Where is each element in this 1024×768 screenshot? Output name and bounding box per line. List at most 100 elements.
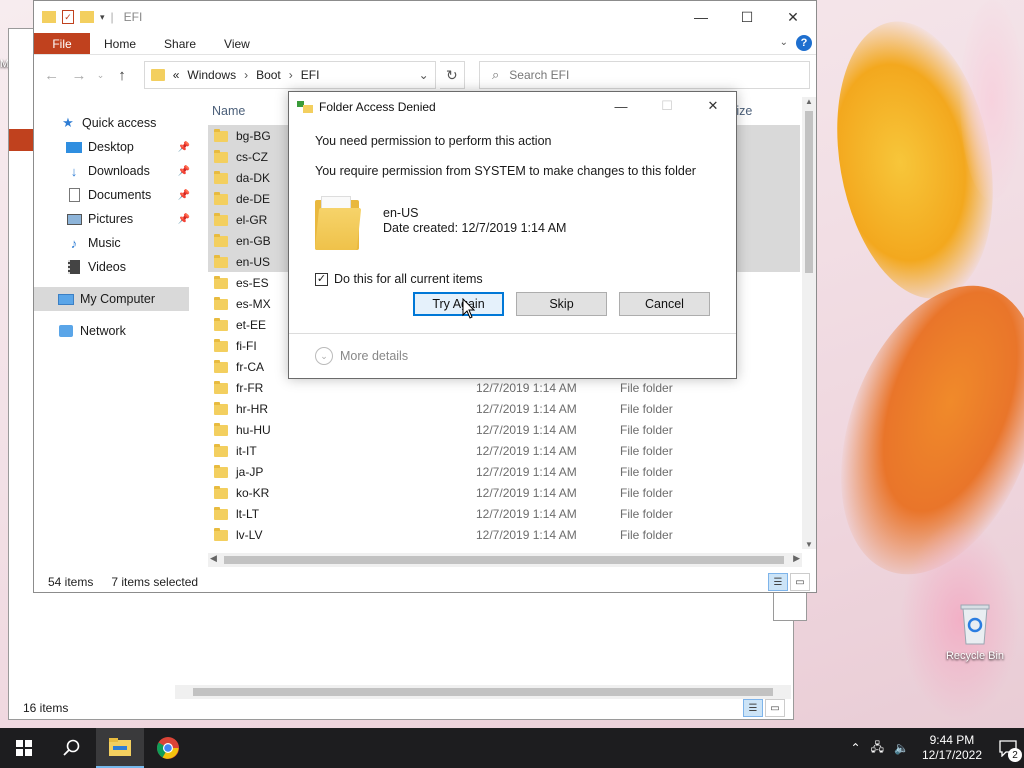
breadcrumb-separator-icon: › — [244, 68, 249, 82]
nav-network[interactable]: Network — [34, 319, 194, 343]
chevron-up-icon[interactable]: ⌃ — [851, 741, 861, 755]
more-details-toggle[interactable]: ⌄ More details — [289, 333, 736, 378]
clock[interactable]: 9:44 PM 12/17/2022 — [922, 733, 982, 763]
horizontal-scrollbar[interactable]: ◀ ▶ — [208, 553, 802, 567]
selected-count: 7 items selected — [111, 575, 199, 589]
dialog-minimize-button[interactable]: — — [598, 92, 644, 120]
folder-icon — [214, 297, 228, 310]
close-button[interactable]: ✕ — [770, 1, 816, 33]
file-name: it-IT — [236, 443, 257, 458]
search-input[interactable]: ⌕ Search EFI — [478, 61, 811, 89]
taskbar-chrome[interactable] — [144, 728, 192, 768]
volume-icon[interactable]: 🔈 — [894, 741, 909, 755]
title-bar[interactable]: ✓ ▾ | EFI — ☐ ✕ — [34, 1, 816, 33]
nav-downloads[interactable]: ↓ Downloads 📌 — [34, 159, 194, 183]
address-bar[interactable]: « Windows › Boot › EFI ⌄ — [143, 61, 436, 89]
vertical-scroll-thumb[interactable] — [805, 111, 813, 273]
tab-view[interactable]: View — [210, 33, 264, 54]
music-note-icon: ♪ — [70, 235, 78, 251]
breadcrumb-efi[interactable]: EFI — [301, 68, 320, 82]
refresh-button[interactable]: ↻ — [439, 61, 465, 89]
notification-center-button[interactable]: 2 — [992, 728, 1024, 768]
ribbon-tabs: File Home Share View ⌄ ? — [34, 33, 816, 55]
start-button[interactable] — [0, 728, 48, 768]
file-name: hu-HU — [236, 422, 271, 437]
dialog-message-primary: You need permission to perform this acti… — [315, 134, 552, 148]
dialog-close-button[interactable]: ✕ — [690, 92, 736, 120]
apply-to-all-checkbox[interactable]: ✓ — [315, 272, 328, 286]
large-icons-view-icon[interactable]: ▭ — [790, 573, 810, 591]
address-dropdown-icon[interactable]: ⌄ — [413, 68, 435, 82]
file-date-modified: 12/7/2019 1:14 AM — [476, 506, 577, 521]
pin-icon: 📌 — [177, 189, 190, 201]
new-folder-icon[interactable] — [80, 11, 94, 23]
table-row[interactable]: it-IT 12/7/2019 1:14 AM File folder — [208, 440, 800, 461]
nav-my-computer[interactable]: My Computer — [34, 287, 189, 311]
folder-access-denied-dialog[interactable]: Folder Access Denied — ☐ ✕ You need perm… — [288, 91, 737, 379]
nav-music[interactable]: ♪ Music — [34, 231, 194, 255]
view-buttons: ☰ ▭ — [768, 573, 810, 591]
minimize-button[interactable]: — — [678, 1, 724, 33]
skip-button[interactable]: Skip — [516, 292, 607, 316]
folder-icon — [214, 255, 228, 268]
background-hscroll[interactable] — [175, 685, 791, 699]
download-arrow-icon: ↓ — [70, 163, 78, 179]
try-again-button[interactable]: Try Again — [413, 292, 504, 316]
details-view-icon[interactable]: ☰ — [743, 699, 763, 717]
breadcrumb-boot[interactable]: Boot — [256, 68, 281, 82]
table-row[interactable]: hr-HR 12/7/2019 1:14 AM File folder — [208, 398, 800, 419]
help-icon[interactable]: ? — [796, 35, 812, 51]
taskbar-file-explorer[interactable] — [96, 728, 144, 768]
search-button[interactable] — [48, 728, 96, 768]
breadcrumb-windows[interactable]: Windows — [187, 68, 236, 82]
large-icons-view-icon[interactable]: ▭ — [765, 699, 785, 717]
address-overflow[interactable]: « — [173, 68, 180, 82]
cancel-button[interactable]: Cancel — [619, 292, 710, 316]
nav-quick-access[interactable]: ★ Quick access — [34, 111, 194, 135]
folder-icon — [214, 528, 228, 541]
scroll-down-icon[interactable]: ▼ — [802, 540, 816, 549]
back-button[interactable]: ← — [40, 63, 63, 87]
vertical-scrollbar[interactable]: ▲ ▼ — [802, 97, 816, 549]
nav-desktop[interactable]: Desktop 📌 — [34, 135, 194, 159]
customize-toolbar-icon[interactable]: ▾ — [100, 12, 105, 23]
file-type: File folder — [620, 443, 673, 458]
table-row[interactable]: lv-LV 12/7/2019 1:14 AM File folder — [208, 524, 800, 545]
recycle-bin[interactable]: Recycle Bin — [940, 602, 1010, 662]
maximize-button[interactable]: ☐ — [724, 1, 770, 33]
table-row[interactable]: hu-HU 12/7/2019 1:14 AM File folder — [208, 419, 800, 440]
background-status-text: 16 items — [23, 701, 69, 715]
recent-locations-icon[interactable]: ⌄ — [95, 63, 107, 87]
apply-to-all-label[interactable]: Do this for all current items — [334, 272, 483, 286]
table-row[interactable]: lt-LT 12/7/2019 1:14 AM File folder — [208, 503, 800, 524]
apply-to-all-checkbox-row[interactable]: ✓ Do this for all current items — [315, 272, 710, 286]
table-row[interactable]: ko-KR 12/7/2019 1:14 AM File folder — [208, 482, 800, 503]
table-row[interactable]: ja-JP 12/7/2019 1:14 AM File folder — [208, 461, 800, 482]
forward-button[interactable]: → — [67, 63, 90, 87]
nav-pictures[interactable]: Pictures 📌 — [34, 207, 194, 231]
tab-home[interactable]: Home — [90, 33, 150, 54]
expand-ribbon-icon[interactable]: ⌄ — [780, 37, 788, 48]
scroll-up-icon[interactable]: ▲ — [802, 97, 816, 106]
desktop-icon — [66, 140, 82, 154]
scroll-right-icon[interactable]: ▶ — [793, 553, 800, 564]
tab-file[interactable]: File — [34, 33, 90, 54]
tab-share[interactable]: Share — [150, 33, 210, 54]
network-icon[interactable]: 🖧 — [871, 738, 884, 759]
folder-icon — [42, 11, 56, 23]
properties-icon[interactable]: ✓ — [62, 10, 74, 24]
file-name: fr-FR — [236, 380, 264, 395]
nav-desktop-label: Desktop — [88, 140, 134, 154]
notification-count-badge: 2 — [1008, 748, 1022, 762]
scroll-left-icon[interactable]: ◀ — [210, 553, 217, 564]
horizontal-scroll-thumb[interactable] — [224, 556, 784, 564]
nav-downloads-label: Downloads — [88, 164, 150, 178]
nav-videos[interactable]: Videos — [34, 255, 194, 279]
dialog-title-bar[interactable]: Folder Access Denied — ☐ ✕ — [289, 92, 736, 122]
up-button[interactable]: ↑ — [110, 63, 133, 87]
details-view-icon[interactable]: ☰ — [768, 573, 788, 591]
file-date-modified: 12/7/2019 1:14 AM — [476, 401, 577, 416]
nav-documents[interactable]: Documents 📌 — [34, 183, 194, 207]
status-bar: 54 items 7 items selected — [48, 575, 198, 589]
table-row[interactable]: fr-FR 12/7/2019 1:14 AM File folder — [208, 377, 800, 398]
